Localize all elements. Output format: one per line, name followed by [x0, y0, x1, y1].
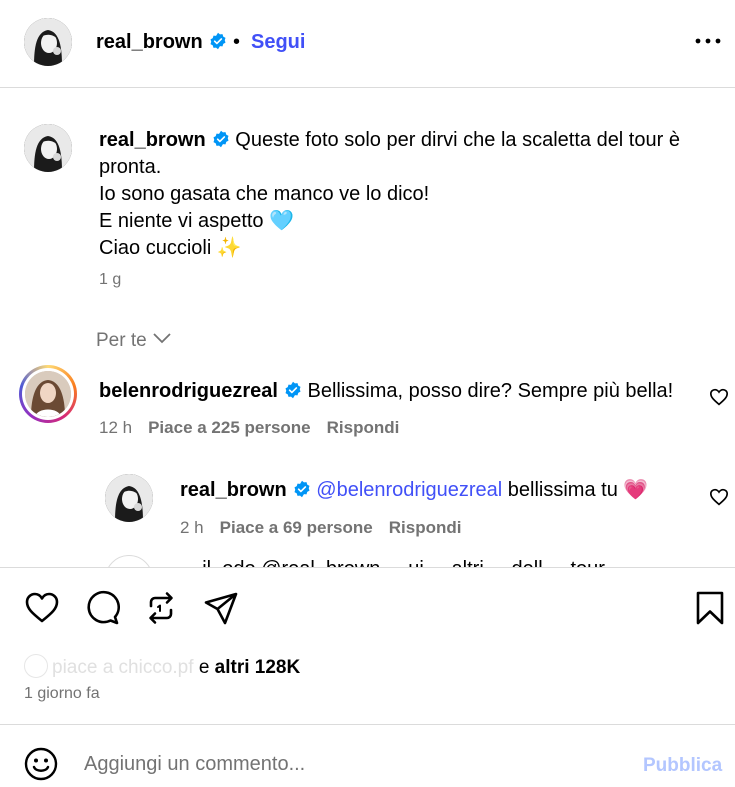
- partial-comment-text: ... il_odo @real_brown ... ui ... altri …: [180, 558, 627, 567]
- more-options-icon[interactable]: [694, 30, 722, 52]
- reply-timestamp: 2 h: [180, 518, 204, 537]
- separator-dot: •: [233, 31, 241, 53]
- repost-icon[interactable]: [143, 590, 179, 626]
- verified-badge-icon: [212, 130, 230, 148]
- comment-likes-link[interactable]: Piace a 225 persone: [148, 418, 311, 437]
- partial-comment-avatar: [105, 555, 153, 567]
- save-bookmark-icon[interactable]: [692, 590, 728, 626]
- caption-line-4: Ciao cuccioli ✨: [99, 237, 242, 259]
- post-caption: real_brown Queste foto solo per dirvi ch…: [99, 127, 709, 262]
- caption-timestamp: 1 g: [99, 271, 122, 288]
- comment-sort-dropdown[interactable]: Per te: [96, 330, 171, 352]
- verified-badge-icon: [209, 32, 227, 50]
- post-header: real_brown • Segui: [0, 0, 735, 88]
- author-username[interactable]: real_brown: [96, 31, 227, 54]
- caption-username[interactable]: real_brown: [99, 129, 206, 151]
- comment: belenrodriguezreal Bellissima, posso dir…: [99, 378, 699, 404]
- liker-name[interactable]: piace a chicco.pf: [52, 657, 194, 678]
- reply-username[interactable]: real_brown: [180, 479, 287, 501]
- reply-meta: 2 h Piace a 69 persone Rispondi: [180, 518, 477, 538]
- post-actions-section: piace a chicco.pf e altri 128K 1 giorno …: [0, 567, 735, 725]
- chevron-down-icon: [153, 333, 171, 344]
- heart-emoji: 💗: [623, 479, 649, 501]
- comment-timestamp: 12 h: [99, 418, 133, 437]
- reply-button[interactable]: Rispondi: [327, 418, 400, 437]
- likes-summary[interactable]: piace a chicco.pf e altri 128K: [24, 654, 300, 679]
- mention-link[interactable]: @belenrodriguezreal: [316, 479, 502, 501]
- reply-button[interactable]: Rispondi: [389, 518, 462, 537]
- commenter-avatar-story-ring[interactable]: [19, 365, 77, 423]
- comment-meta: 12 h Piace a 225 persone Rispondi: [99, 418, 415, 438]
- like-heart-icon[interactable]: [24, 590, 60, 626]
- caption-line-2: Io sono gasata che manco ve lo dico!: [99, 183, 430, 205]
- likes-count[interactable]: altri 128K: [215, 657, 301, 678]
- like-comment-heart-icon[interactable]: [709, 388, 729, 406]
- sparkles-emoji: ✨: [216, 237, 242, 259]
- reply-body: bellissima tu: [502, 479, 624, 501]
- like-reply-heart-icon[interactable]: [709, 488, 729, 506]
- verified-badge-icon: [284, 381, 302, 399]
- caption-line-3: E niente vi aspetto 🩵: [99, 210, 295, 232]
- post-date: 1 giorno fa: [24, 685, 100, 702]
- reply-author-avatar[interactable]: [105, 474, 153, 522]
- add-comment-bar: Pubblica: [0, 725, 735, 787]
- caption-author-avatar[interactable]: [24, 124, 72, 172]
- partially-visible-comment: ... il_odo @real_brown ... ui ... altri …: [0, 553, 735, 567]
- comment-input[interactable]: [84, 750, 624, 778]
- reply-comment: real_brown @belenrodriguezreal bellissim…: [180, 477, 700, 503]
- send-share-icon[interactable]: [203, 590, 239, 626]
- author-avatar[interactable]: [24, 18, 72, 66]
- verified-badge-icon: [293, 480, 311, 498]
- smiley-icon[interactable]: [24, 747, 58, 781]
- commenter-avatar: [25, 371, 71, 417]
- follow-button[interactable]: Segui: [251, 31, 305, 54]
- publish-button[interactable]: Pubblica: [643, 755, 722, 777]
- reply-likes-link[interactable]: Piace a 69 persone: [220, 518, 373, 537]
- comment-body: Bellissima, posso dire? Sempre più bella…: [307, 380, 674, 402]
- liker-avatar: [24, 654, 48, 678]
- comment-bubble-icon[interactable]: [84, 590, 120, 626]
- commenter-username[interactable]: belenrodriguezreal: [99, 380, 278, 402]
- light-blue-heart-emoji: 🩵: [269, 210, 295, 232]
